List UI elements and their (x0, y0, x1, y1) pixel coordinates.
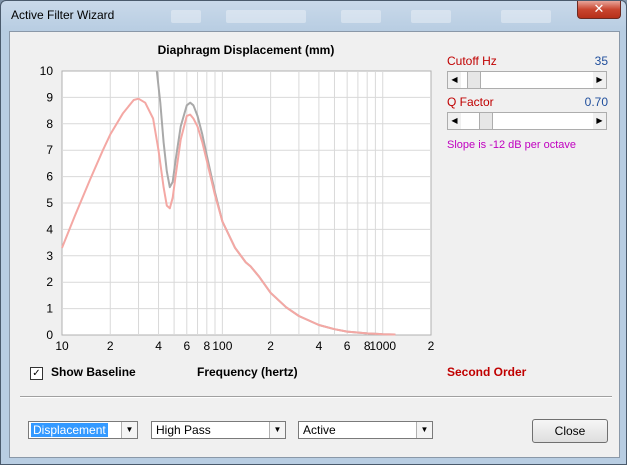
filter-type-value: High Pass (156, 423, 211, 437)
x-tick-label: 100 (212, 339, 232, 353)
wizard-window: Active Filter Wizard ✕ Diaphragm Displac… (0, 0, 627, 465)
chevron-down-icon[interactable]: ▼ (121, 422, 137, 438)
x-tick-label: 1000 (369, 339, 396, 353)
background-glimpse (226, 10, 306, 23)
x-tick-label: 4 (316, 339, 323, 353)
y-tick-label: 5 (46, 196, 53, 210)
mode-select-value: Displacement (31, 423, 108, 437)
x-tick-label: 2 (107, 339, 114, 353)
left-arrow-icon[interactable]: ◀ (448, 113, 461, 129)
title-bar[interactable]: Active Filter Wizard ✕ (1, 1, 626, 31)
order-label: Second Order (447, 365, 527, 379)
y-tick-label: 8 (46, 117, 53, 131)
x-tick-label: 2 (267, 339, 274, 353)
background-glimpse (341, 10, 381, 23)
dialog-client-area: Diaphragm Displacement (mm) 0 1 2 3 4 5 6 7 8 9 10… (9, 31, 620, 458)
cutoff-value: 35 (594, 54, 608, 68)
x-tick-label: 8 (203, 339, 210, 353)
close-icon: ✕ (593, 2, 605, 17)
close-button[interactable]: Close (532, 419, 608, 443)
x-tick-label: 2 (428, 339, 435, 353)
y-tick-label: 1 (46, 302, 53, 316)
slope-text: Slope is -12 dB per octave (447, 139, 577, 151)
x-axis-ticks: 10 2 4 6 8 100 2 4 6 81000 2 (55, 339, 434, 353)
show-baseline-checkbox[interactable]: ✓ (30, 367, 43, 380)
mode-select[interactable]: Displacement ▼ (28, 421, 138, 439)
checkmark-icon: ✓ (32, 368, 41, 379)
filter-kind-select[interactable]: Active ▼ (298, 421, 433, 439)
q-factor-slider[interactable]: ◀ ▶ (447, 112, 607, 130)
window-title: Active Filter Wizard (11, 8, 115, 22)
q-factor-slider-thumb[interactable] (478, 113, 493, 129)
window-close-button[interactable]: ✕ (577, 1, 621, 19)
y-tick-label: 9 (46, 90, 53, 104)
filter-kind-value: Active (303, 423, 336, 437)
y-tick-label: 2 (46, 275, 53, 289)
divider (20, 396, 612, 398)
x-tick-label: 6 (344, 339, 351, 353)
cutoff-label: Cutoff Hz (447, 54, 497, 68)
chevron-down-icon[interactable]: ▼ (269, 422, 285, 438)
filter-type-select[interactable]: High Pass ▼ (151, 421, 286, 439)
x-tick-label: 10 (55, 339, 69, 353)
left-arrow-icon[interactable]: ◀ (448, 72, 461, 88)
x-axis-label: Frequency (hertz) (197, 365, 298, 379)
chevron-down-icon[interactable]: ▼ (416, 422, 432, 438)
y-tick-label: 7 (46, 143, 53, 157)
cutoff-slider-thumb[interactable] (466, 72, 481, 88)
q-factor-label: Q Factor (447, 95, 494, 109)
background-glimpse (171, 10, 201, 23)
cutoff-slider[interactable]: ◀ ▶ (447, 71, 607, 89)
y-tick-label: 3 (46, 249, 53, 263)
y-tick-label: 0 (46, 328, 53, 342)
show-baseline-label[interactable]: Show Baseline (51, 365, 136, 379)
x-tick-label: 6 (183, 339, 190, 353)
y-tick-label: 10 (40, 64, 54, 78)
y-tick-label: 4 (46, 222, 53, 236)
q-factor-value: 0.70 (584, 95, 608, 109)
chart-title: Diaphragm Displacement (mm) (158, 43, 335, 57)
y-axis-ticks: 0 1 2 3 4 5 6 7 8 9 10 (40, 64, 54, 342)
right-arrow-icon[interactable]: ▶ (593, 113, 606, 129)
displacement-chart: Diaphragm Displacement (mm) 0 1 2 3 4 5 6 7 8 9 10… (40, 43, 435, 353)
background-glimpse (411, 10, 451, 23)
y-tick-label: 6 (46, 170, 53, 184)
right-arrow-icon[interactable]: ▶ (593, 72, 606, 88)
background-glimpse (501, 10, 551, 23)
x-tick-label: 4 (155, 339, 162, 353)
